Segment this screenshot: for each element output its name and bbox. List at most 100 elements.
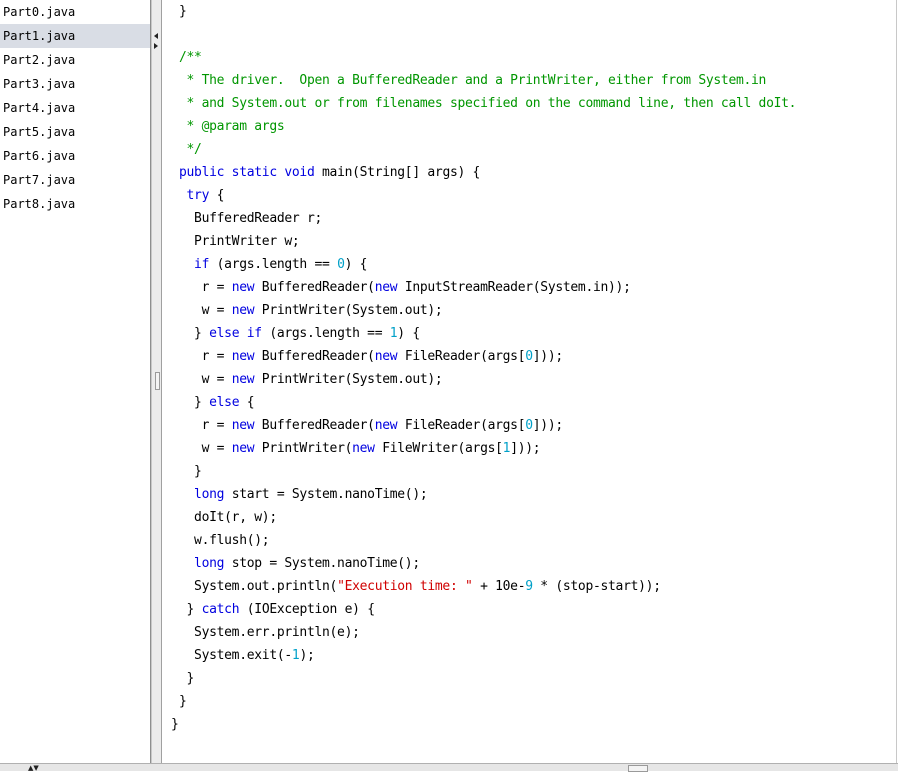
code-line[interactable]: } xyxy=(179,690,187,713)
code-token: stop = System.nanoTime(); xyxy=(231,556,420,571)
keyword-token: new xyxy=(352,441,383,456)
comment-token: */ xyxy=(179,142,202,157)
code-line[interactable]: * The driver. Open a BufferedReader and … xyxy=(179,69,767,92)
code-token: ])); xyxy=(510,441,541,456)
code-line[interactable]: public static void main(String[] args) { xyxy=(179,161,480,184)
file-item[interactable]: Part7.java xyxy=(0,168,150,192)
code-token: BufferedReader r; xyxy=(179,211,323,226)
code-token: start = System.nanoTime(); xyxy=(231,487,428,502)
code-line[interactable]: * and System.out or from filenames speci… xyxy=(179,92,797,115)
code-line[interactable]: } xyxy=(179,460,202,483)
code-line[interactable]: if (args.length == 0) { xyxy=(179,253,367,276)
file-item[interactable]: Part4.java xyxy=(0,96,150,120)
keyword-token: new xyxy=(231,372,262,387)
code-line[interactable]: } xyxy=(179,667,195,690)
code-line[interactable]: */ xyxy=(179,138,202,161)
keyword-token: catch xyxy=(201,602,247,617)
comment-token: * The driver. Open a BufferedReader and … xyxy=(179,73,767,88)
file-item[interactable]: Part8.java xyxy=(0,192,150,216)
string-token: "Execution time: " xyxy=(337,579,473,594)
code-line[interactable]: } catch (IOException e) { xyxy=(179,598,376,621)
keyword-token: if xyxy=(179,257,217,272)
code-token: FileWriter(args[ xyxy=(382,441,503,456)
code-token: System.exit(- xyxy=(179,648,292,663)
comment-token: /** xyxy=(179,50,202,65)
keyword-token: try xyxy=(179,188,217,203)
file-item[interactable]: Part5.java xyxy=(0,120,150,144)
keyword-token: long xyxy=(179,487,232,502)
keyword-token: new xyxy=(231,441,262,456)
file-item[interactable]: Part6.java xyxy=(0,144,150,168)
code-token: BufferedReader( xyxy=(261,418,375,433)
file-item[interactable]: Part3.java xyxy=(0,72,150,96)
code-token: main(String[] args) { xyxy=(322,165,481,180)
code-line[interactable]: /** xyxy=(179,46,202,69)
code-line[interactable]: System.out.println("Execution time: " + … xyxy=(179,575,661,598)
keyword-token: new xyxy=(231,349,262,364)
code-token: ) { xyxy=(397,326,420,341)
code-token: } xyxy=(179,464,202,479)
code-token: BufferedReader( xyxy=(261,280,375,295)
code-line[interactable]: long stop = System.nanoTime(); xyxy=(179,552,420,575)
code-token: r = xyxy=(179,349,232,364)
splitter-grip-icon[interactable] xyxy=(155,372,160,390)
code-line[interactable]: } else if (args.length == 1) { xyxy=(179,322,420,345)
keyword-token: new xyxy=(374,418,405,433)
code-token: } xyxy=(179,671,195,686)
code-line[interactable]: PrintWriter w; xyxy=(179,230,300,253)
code-line[interactable]: r = new BufferedReader(new FileReader(ar… xyxy=(179,414,564,437)
code-token: System.out.println( xyxy=(179,579,338,594)
file-item[interactable]: Part0.java xyxy=(0,0,150,24)
code-token: PrintWriter w; xyxy=(179,234,300,249)
code-token: ) { xyxy=(344,257,368,272)
code-token: (args.length == xyxy=(216,257,338,272)
keyword-token: long xyxy=(179,556,232,571)
collapse-left-arrow-icon[interactable] xyxy=(154,33,158,39)
code-line[interactable]: w = new PrintWriter(new FileWriter(args[… xyxy=(179,437,541,460)
code-line[interactable]: System.exit(-1); xyxy=(179,644,315,667)
number-token: 0 xyxy=(525,418,533,433)
code-line[interactable]: r = new BufferedReader(new InputStreamRe… xyxy=(179,276,631,299)
file-item[interactable]: Part1.java xyxy=(0,24,150,48)
code-line[interactable]: w.flush(); xyxy=(179,529,270,552)
keyword-token: new xyxy=(231,418,262,433)
file-list: Part0.java Part1.java Part2.java Part3.java… xyxy=(0,0,150,216)
code-token: w = xyxy=(179,372,232,387)
code-token: PrintWriter(System.out); xyxy=(261,372,443,387)
code-line[interactable]: * @param args xyxy=(179,115,285,138)
code-editor[interactable]: } /** * The driver. Open a BufferedReader… xyxy=(163,0,897,763)
code-line[interactable]: try { xyxy=(179,184,225,207)
code-token: BufferedReader( xyxy=(261,349,375,364)
code-token: } xyxy=(171,717,179,732)
code-line[interactable]: System.err.println(e); xyxy=(179,621,360,644)
code-token: r = xyxy=(179,418,232,433)
keyword-token: new xyxy=(231,280,262,295)
code-line[interactable]: } else { xyxy=(179,391,255,414)
number-token: 0 xyxy=(525,349,533,364)
code-token: PrintWriter( xyxy=(261,441,353,456)
code-line[interactable]: r = new BufferedReader(new FileReader(ar… xyxy=(179,345,564,368)
code-token: (IOException e) { xyxy=(246,602,375,617)
code-line[interactable]: long start = System.nanoTime(); xyxy=(179,483,428,506)
horizontal-scrollbar[interactable]: ▲▼ xyxy=(0,763,898,772)
expand-right-arrow-icon[interactable] xyxy=(154,43,158,49)
code-token: * (stop-start)); xyxy=(532,579,661,594)
scroll-arrows-icon[interactable]: ▲▼ xyxy=(28,765,39,772)
code-line[interactable]: BufferedReader r; xyxy=(179,207,322,230)
code-token: r = xyxy=(179,280,232,295)
panel-splitter[interactable] xyxy=(151,0,162,763)
code-line[interactable]: } xyxy=(179,0,187,23)
number-token: 9 xyxy=(525,579,533,594)
keyword-token: new xyxy=(231,303,262,318)
code-token: w = xyxy=(179,441,232,456)
code-line[interactable]: } xyxy=(171,713,179,736)
keyword-token: else xyxy=(209,395,247,410)
file-item[interactable]: Part2.java xyxy=(0,48,150,72)
keyword-token: new xyxy=(374,280,405,295)
code-token: } xyxy=(179,4,187,19)
code-line[interactable]: doIt(r, w); xyxy=(179,506,277,529)
code-line[interactable]: w = new PrintWriter(System.out); xyxy=(179,299,443,322)
code-line[interactable]: w = new PrintWriter(System.out); xyxy=(179,368,443,391)
file-list-panel: Part0.java Part1.java Part2.java Part3.java… xyxy=(0,0,151,763)
code-token: FileReader(args[ xyxy=(404,349,526,364)
